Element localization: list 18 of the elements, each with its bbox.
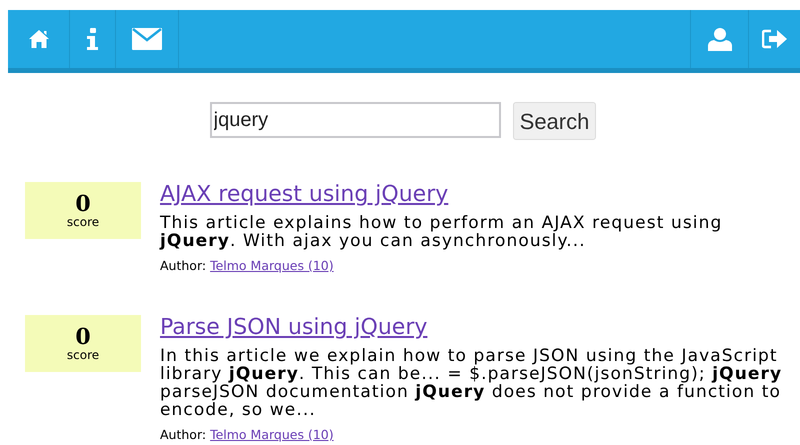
author-link[interactable]: Telmo Marques (10) bbox=[210, 427, 334, 442]
score-label: score bbox=[66, 214, 100, 228]
article-title-link[interactable]: Parse JSON using jQuery bbox=[160, 315, 428, 341]
article-excerpt: This article explains how to perform an AJAX request using jQuery. With ajax you can asynchronously... bbox=[160, 214, 724, 250]
search-button[interactable]: Search bbox=[512, 102, 596, 140]
article-excerpt: In this article we explain how to parse JSON using the JavaScript library jQuery. This can be... = $.parseJSON(jsonString); jQuery parseJSON documentation jQuery does not provide a function to encode, so we... bbox=[160, 347, 784, 419]
logout-icon bbox=[762, 29, 788, 49]
info-icon bbox=[87, 28, 98, 50]
user-icon bbox=[708, 27, 732, 51]
author-label: Author: bbox=[160, 258, 206, 273]
author-label: Author: bbox=[160, 427, 206, 442]
author-link[interactable]: Telmo Marques (10) bbox=[210, 258, 334, 273]
score-label: score bbox=[66, 348, 100, 362]
envelope-icon bbox=[132, 28, 162, 50]
article-title-link[interactable]: AJAX request using jQuery bbox=[160, 182, 448, 208]
home-icon bbox=[28, 29, 50, 49]
score-value: 0 bbox=[75, 326, 91, 348]
score-value: 0 bbox=[75, 192, 91, 214]
